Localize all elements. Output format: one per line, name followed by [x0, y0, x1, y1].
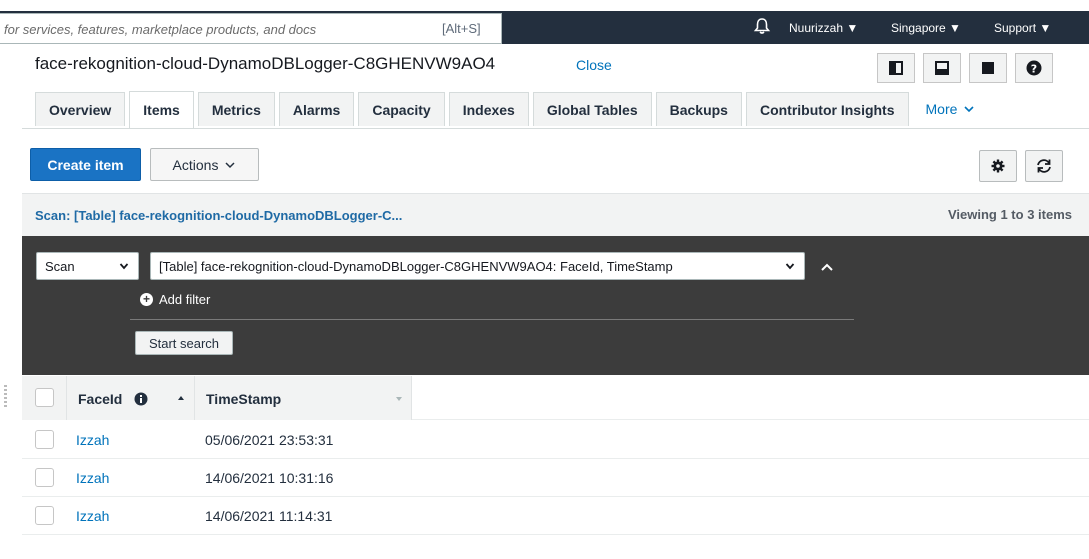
layout-full-button[interactable] [969, 53, 1007, 83]
scan-info-bar: Scan: [Table] face-rekognition-cloud-Dyn… [22, 193, 1089, 236]
tab-more[interactable]: More [912, 92, 990, 126]
tab-global-tables[interactable]: Global Tables [532, 92, 652, 126]
help-icon: ? [1026, 60, 1042, 76]
tab-items[interactable]: Items [129, 91, 194, 128]
scan-target-select[interactable]: [Table] face-rekognition-cloud-DynamoDBL… [150, 252, 805, 280]
close-link[interactable]: Close [576, 57, 612, 73]
table-title: face-rekognition-cloud-DynamoDBLogger-C8… [35, 54, 496, 73]
tab-more-label: More [925, 101, 958, 117]
gear-icon [991, 159, 1005, 173]
timestamp-cell: 05/06/2021 23:53:31 [205, 432, 334, 448]
tab-alarms[interactable]: Alarms [278, 92, 355, 126]
column-header-faceid[interactable]: FaceId [78, 391, 122, 407]
layout-side-button[interactable] [877, 53, 915, 83]
tab-indexes[interactable]: Indexes [448, 92, 529, 126]
timestamp-cell: 14/06/2021 11:14:31 [205, 508, 333, 524]
create-item-button[interactable]: Create item [30, 148, 141, 181]
tab-capacity[interactable]: Capacity [358, 92, 445, 126]
tab-bar: Overview Items Metrics Alarms Capacity I… [35, 91, 993, 129]
column-divider [194, 376, 195, 420]
tab-contributor-insights[interactable]: Contributor Insights [745, 92, 909, 126]
resize-handle[interactable] [4, 385, 7, 409]
table-row[interactable]: Izzah 14/06/2021 11:14:31 [22, 497, 1089, 535]
sort-descending-icon[interactable] [395, 396, 403, 402]
plus-circle-icon: + [140, 293, 153, 306]
add-filter-link[interactable]: + Add filter [140, 292, 210, 307]
row-checkbox[interactable] [35, 430, 54, 449]
scan-target-value: [Table] face-rekognition-cloud-DynamoDBL… [159, 258, 673, 274]
layout-bottom-button[interactable] [923, 53, 961, 83]
search-shortcut: [Alt+S] [442, 21, 481, 36]
region-menu[interactable]: Singapore ▼ [891, 21, 961, 35]
layout-side-icon [889, 61, 903, 75]
actions-dropdown[interactable]: Actions [150, 148, 259, 181]
search-input[interactable]: for services, features, marketplace prod… [0, 13, 502, 44]
tab-metrics[interactable]: Metrics [197, 92, 275, 126]
add-filter-label: Add filter [159, 292, 211, 307]
sort-ascending-icon[interactable] [177, 394, 185, 402]
tab-divider [22, 128, 1089, 129]
refresh-icon [1037, 159, 1051, 173]
search-placeholder: for services, features, marketplace prod… [4, 22, 317, 37]
layout-full-icon [982, 62, 994, 74]
row-checkbox[interactable] [35, 468, 54, 487]
chevron-down-icon [785, 263, 795, 270]
column-divider [66, 376, 67, 420]
faceid-link[interactable]: Izzah [76, 432, 109, 448]
table-row[interactable]: Izzah 14/06/2021 10:31:16 [22, 459, 1089, 497]
start-search-button[interactable]: Start search [135, 331, 233, 355]
scan-mode-select[interactable]: Scan [36, 252, 139, 280]
faceid-link[interactable]: Izzah [76, 470, 109, 486]
chevron-down-icon [119, 263, 129, 270]
chevron-down-icon [964, 106, 974, 113]
select-all-checkbox[interactable] [35, 388, 54, 407]
row-checkbox[interactable] [35, 506, 54, 525]
chevron-down-icon [225, 161, 235, 168]
collapse-chevron-icon[interactable] [819, 260, 835, 274]
table-row[interactable]: Izzah 05/06/2021 23:53:31 [22, 421, 1089, 459]
top-navigation: for services, features, marketplace prod… [0, 0, 1089, 44]
column-header-timestamp[interactable]: TimeStamp [206, 391, 281, 407]
table-header: FaceId TimeStamp [22, 376, 1089, 420]
settings-button[interactable] [979, 150, 1017, 182]
scan-mode-value: Scan [45, 258, 75, 274]
faceid-link[interactable]: Izzah [76, 508, 109, 524]
scan-label[interactable]: Scan: [Table] face-rekognition-cloud-Dyn… [35, 208, 402, 223]
query-panel: Scan [Table] face-rekognition-cloud-Dyna… [22, 236, 1089, 375]
tab-backups[interactable]: Backups [655, 92, 742, 126]
tab-overview[interactable]: Overview [35, 92, 126, 126]
support-menu[interactable]: Support ▼ [994, 21, 1051, 35]
viewing-count: Viewing 1 to 3 items [947, 207, 1072, 222]
bell-icon[interactable] [753, 17, 771, 35]
actions-label: Actions [172, 156, 219, 173]
layout-bottom-icon [935, 61, 949, 75]
user-menu[interactable]: Nuurizzah ▼ [789, 21, 858, 35]
filter-divider [130, 319, 854, 320]
svg-text:?: ? [1031, 63, 1037, 76]
info-icon[interactable] [134, 392, 148, 406]
help-button[interactable]: ? [1015, 53, 1053, 83]
refresh-button[interactable] [1025, 150, 1063, 182]
timestamp-cell: 14/06/2021 10:31:16 [205, 470, 334, 486]
